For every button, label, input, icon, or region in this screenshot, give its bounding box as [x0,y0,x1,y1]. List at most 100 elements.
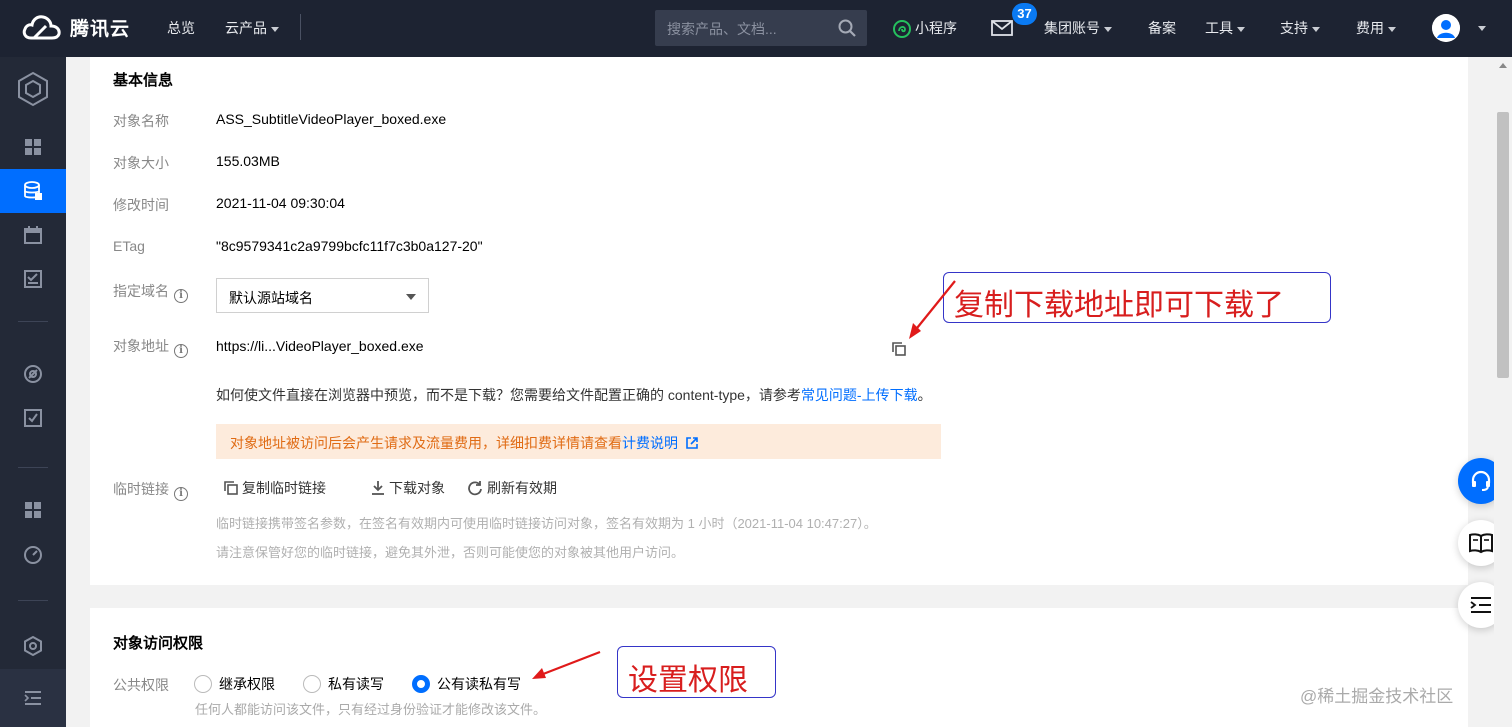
access-permission-card: 对象访问权限 公共权限 继承权限 私有读写 公有读私有写 任何人都能访问该文件，… [90,608,1468,727]
radio-public-read[interactable]: 公有读私有写 [412,674,521,694]
temp-link-label-text: 临时链接 [113,481,169,497]
billing-doc-link[interactable]: 计费说明 [622,435,678,451]
sidebar-divider [18,467,48,468]
external-link-icon[interactable] [686,437,698,449]
domain-select[interactable]: 默认源站域名 [216,278,429,313]
list-indent-icon [1470,597,1491,613]
billing-notice-text: 对象地址被访问后会产生请求及流量费用，详细扣费详情请查看计费说明 [230,433,698,453]
checklist-icon [24,270,42,288]
object-name-value: ASS_SubtitleVideoPlayer_boxed.exe [216,111,447,127]
arrow-annotation-icon [532,650,601,679]
faq-upload-download-link[interactable]: 常见问题-上传下载 [801,387,918,403]
logo-text: 腾讯云 [70,18,131,40]
check-box-icon [24,409,42,427]
sidebar-item-calendar[interactable] [0,213,66,257]
billing-notice: 对象地址被访问后会产生请求及流量费用，详细扣费详情请查看计费说明 [216,424,941,459]
search-placeholder[interactable]: 搜索产品、文档... [667,19,777,39]
sidebar-item-bucket-list[interactable] [0,169,66,213]
chevron-down-icon [271,26,279,32]
avatar-chevron-down-icon[interactable] [1478,26,1486,31]
chevron-down-icon [1104,26,1112,32]
search-box[interactable]: 搜索产品、文档... [655,10,867,46]
nav-divider [300,14,301,40]
temp-link-hint-1: 临时链接携带签名参数，在签名有效期内可使用临时链接访问对象，签名有效期为 1 小… [216,516,877,531]
temp-link-hint-2: 请注意保管好您的临时链接，避免其外泄，否则可能使您的对象被其他用户访问。 [216,545,685,560]
watermark: @稀土掘金技术社区 [1300,687,1454,706]
basic-info-title: 基本信息 [113,72,174,89]
gauge-icon [24,546,42,564]
nav-beian[interactable]: 备案 [1148,18,1176,38]
nav-support[interactable]: 支持 [1280,18,1320,38]
sidebar-item-settings[interactable] [0,624,66,668]
hexagon-icon [24,636,42,656]
tencent-cloud-logo[interactable]: 腾讯云 [22,12,130,42]
nav-overview[interactable]: 总览 [167,18,195,38]
sidebar-collapse-button[interactable] [0,669,66,727]
radio-button[interactable] [194,675,212,693]
nav-cloud-products[interactable]: 云产品 [225,18,279,38]
nav-tools[interactable]: 工具 [1205,18,1245,38]
copy-temp-link-button[interactable]: 复制临时链接 [224,478,326,498]
tools-label: 工具 [1205,20,1233,36]
billing-notice-message: 对象地址被访问后会产生请求及流量费用，详细扣费详情请查看 [230,435,622,451]
basic-info-card: 基本信息 对象名称 ASS_SubtitleVideoPlayer_boxed.… [90,57,1468,585]
object-address-value[interactable]: https://li...VideoPlayer_boxed.exe [216,338,424,354]
info-icon[interactable]: i [174,487,188,501]
mail-count-badge: 37 [1012,3,1037,25]
domain-label-text: 指定域名 [113,283,169,299]
object-name-label: 对象名称 [113,113,169,129]
sidebar-item-review[interactable] [0,396,66,440]
monitor-icon [24,365,42,383]
object-size-value: 155.03MB [216,153,280,169]
sidebar-divider [18,321,48,322]
nav-group-account[interactable]: 集团账号 [1044,18,1112,38]
info-icon[interactable]: i [174,344,188,358]
cos-product-icon[interactable] [0,65,66,113]
radio-button[interactable] [303,675,321,693]
mail-icon[interactable] [991,20,1013,36]
sidebar-item-overview[interactable] [0,125,66,169]
radio-inherit[interactable]: 继承权限 [194,674,275,694]
nav-cloud-products-label: 云产品 [225,20,267,36]
cube-icon [18,71,48,107]
preview-hint-text: 如何使文件直接在浏览器中预览，而不是下载？您需要给文件配置正确的 content… [216,387,801,403]
radio-private-label: 私有读写 [328,676,384,692]
calendar-icon [24,226,42,244]
sidebar [0,57,66,727]
download-object-label: 下载对象 [389,480,445,496]
support-label: 支持 [1280,20,1308,36]
access-permission-title: 对象访问权限 [113,635,204,652]
search-icon[interactable] [837,18,857,38]
sidebar-item-monitor[interactable] [0,352,66,396]
sidebar-divider [18,600,48,601]
copy-icon[interactable] [892,342,906,356]
sidebar-item-tasks[interactable] [0,257,66,301]
copy-temp-link-label: 复制临时链接 [242,480,326,496]
public-permission-label: 公共权限 [113,677,169,693]
avatar[interactable] [1432,14,1460,42]
sidebar-item-apps[interactable] [0,488,66,532]
nav-mini-program[interactable]: 小程序 [893,18,957,39]
modified-time-label: 修改时间 [113,197,169,213]
info-icon[interactable]: i [174,289,188,303]
permission-annotation: 设置权限 [617,646,776,698]
permission-hint: 任何人都能访问该文件，只有经过身份验证才能修改该文件。 [195,702,547,717]
etag-value: "8c9579341c2a9799bcfc11f7c3b0a127-20" [216,238,483,254]
radio-private[interactable]: 私有读写 [303,674,384,694]
radio-button-selected[interactable] [412,675,430,693]
radio-public-read-label: 公有读私有写 [437,676,521,692]
scrollbar-thumb[interactable] [1497,112,1509,378]
vertical-scrollbar[interactable] [1494,57,1512,727]
sidebar-item-dashboard[interactable] [0,533,66,577]
download-annotation: 复制下载地址即可下载了 [943,272,1331,323]
arrow-annotation-icon [909,280,956,339]
refresh-validity-label: 刷新有效期 [487,480,557,496]
copy-icon [224,481,238,495]
refresh-validity-button[interactable]: 刷新有效期 [467,478,557,498]
refresh-icon [468,481,482,496]
domain-label: 指定域名 i [113,281,188,303]
scroll-up-arrow-icon[interactable] [1499,63,1507,68]
download-object-button[interactable]: 下载对象 [371,478,445,498]
nav-fees[interactable]: 费用 [1356,18,1396,38]
headset-icon [1471,470,1491,491]
